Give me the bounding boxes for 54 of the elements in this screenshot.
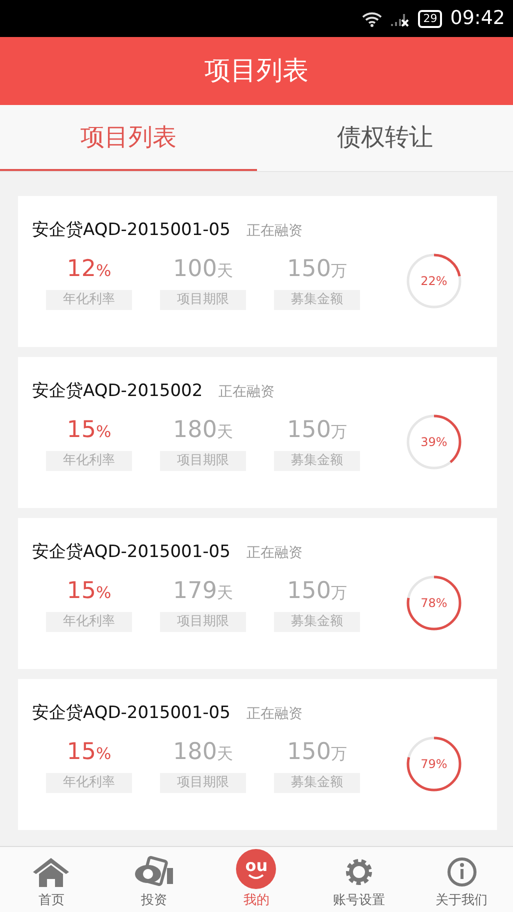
stat-label: 项目期限	[160, 773, 246, 793]
stat-value: 150万	[286, 738, 348, 766]
progress-percent: 22%	[420, 274, 448, 288]
stat-value: 12%	[66, 254, 112, 284]
progress-percent: 39%	[420, 434, 448, 449]
stat-value: 15%	[66, 416, 112, 444]
project-card[interactable]: 安企贷AQD-2015002 正在融资 15% 年化利率 180天 项目期限 150万 募集金额 39%	[18, 357, 497, 508]
nav-tab[interactable]: ou 我的	[205, 847, 308, 912]
stat-label: 年化利率	[46, 451, 132, 471]
stat-label: 项目期限	[160, 451, 246, 471]
stat-label: 募集金额	[274, 290, 360, 310]
stat-value: 179天	[172, 576, 234, 606]
stat-value: 150万	[286, 254, 348, 284]
project-name: 安企贷AQD-2015001-05	[32, 702, 230, 725]
stat-label: 年化利率	[46, 290, 132, 310]
clock: 09:42	[450, 6, 505, 32]
project-card[interactable]: 安企贷AQD-2015001-05 正在融资 12% 年化利率 100天 项目期限 150万 募集金额 22%	[18, 196, 497, 347]
stat-label: 募集金额	[274, 773, 360, 793]
stat-label: 项目期限	[160, 290, 246, 310]
stat-label: 募集金额	[274, 451, 360, 471]
nav-tab[interactable]: 首页	[0, 847, 103, 912]
tab[interactable]: 项目列表	[0, 105, 256, 171]
stat-label: 募集金额	[274, 612, 360, 632]
progress-percent: 78%	[420, 596, 448, 610]
project-status: 正在融资	[246, 544, 302, 563]
stat-label: 年化利率	[46, 612, 132, 632]
project-card[interactable]: 安企贷AQD-2015001-05 正在融资 15% 年化利率 179天 项目期限 150万 募集金额 78%	[18, 518, 497, 669]
logo-icon: ou	[236, 849, 276, 889]
stat-value: 180天	[172, 738, 234, 766]
nav-tab[interactable]: 投资	[102, 847, 206, 912]
project-status: 正在融资	[246, 705, 302, 724]
info-icon	[444, 856, 479, 888]
project-card[interactable]: 安企贷AQD-2015001-05 正在融资 15% 年化利率 180天 项目期限 150万 募集金额 79%	[18, 679, 497, 830]
stat-value: 150万	[286, 576, 348, 606]
stat-value: 180天	[172, 416, 234, 444]
wifi-icon	[362, 10, 382, 26]
nav-tab[interactable]: 关于我们	[410, 847, 513, 912]
stat-value: 100天	[172, 254, 234, 284]
battery-level: 29	[418, 10, 442, 28]
project-name: 安企贷AQD-2015002	[32, 380, 203, 403]
stat-value: 15%	[66, 576, 112, 606]
stat-value: 15%	[66, 738, 112, 766]
nav-tab[interactable]: 账号设置	[308, 847, 410, 912]
project-name: 安企贷AQD-2015001-05	[32, 219, 230, 242]
stat-label: 项目期限	[160, 612, 246, 632]
tab[interactable]: 债权转让	[256, 105, 513, 171]
page-title: 项目列表	[204, 54, 308, 88]
stat-value: 150万	[286, 416, 348, 444]
project-status: 正在融资	[218, 383, 275, 402]
home-icon	[31, 856, 72, 888]
stat-label: 年化利率	[46, 773, 132, 793]
project-name: 安企贷AQD-2015001-05	[32, 541, 230, 564]
project-status: 正在融资	[246, 222, 302, 241]
progress-percent: 79%	[420, 756, 448, 771]
